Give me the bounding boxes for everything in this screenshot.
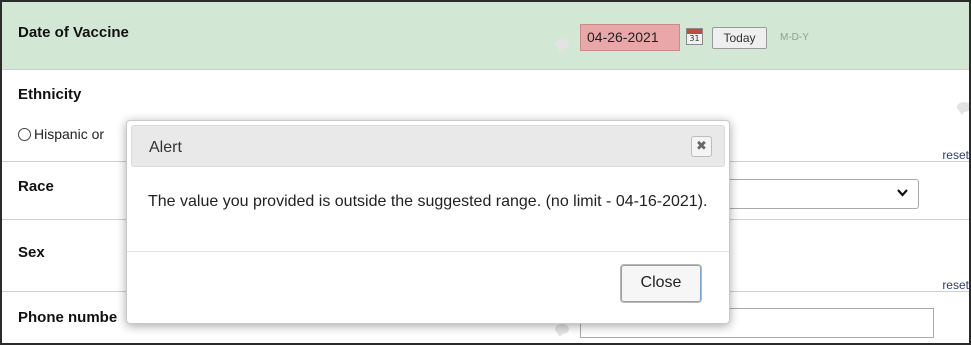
dialog-message: The value you provided is outside the su… — [148, 193, 708, 210]
close-button[interactable]: Close — [620, 264, 702, 303]
alert-dialog: Alert ✖ The value you provided is outsid… — [126, 120, 730, 324]
dialog-divider — [127, 251, 729, 252]
modal-overlay: Alert ✖ The value you provided is outsid… — [2, 2, 969, 343]
close-icon[interactable]: ✖ — [691, 136, 712, 157]
form-frame: Date of Vaccine 04-26-2021 31 Today M-D-… — [0, 0, 971, 345]
dialog-header: Alert ✖ — [131, 125, 725, 167]
dialog-title: Alert — [149, 139, 182, 156]
